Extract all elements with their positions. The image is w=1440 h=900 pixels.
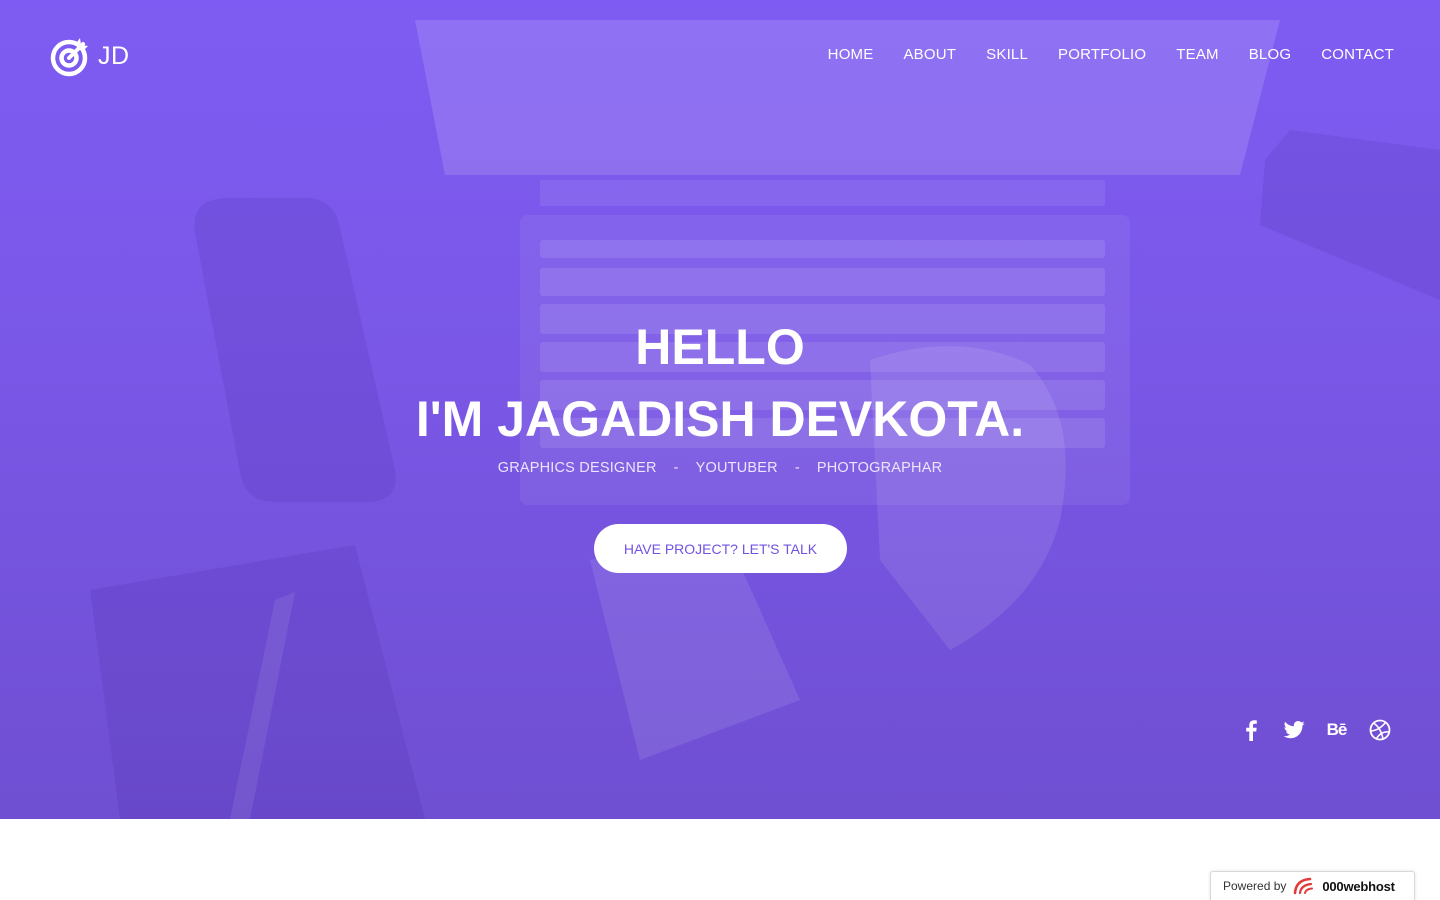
facebook-icon[interactable]: [1238, 717, 1263, 742]
powered-by-badge[interactable]: Powered by 000webhost: [1210, 871, 1415, 900]
behance-icon[interactable]: Bē: [1324, 717, 1349, 742]
role-graphics-designer: GRAPHICS DESIGNER: [497, 460, 657, 476]
hero-greeting: HELLO: [635, 319, 805, 375]
target-arrow-icon: [50, 38, 88, 77]
main-nav: HOME ABOUT SKILL PORTFOLIO TEAM BLOG CON…: [828, 46, 1394, 63]
nav-portfolio[interactable]: PORTFOLIO: [1058, 46, 1146, 63]
nav-contact[interactable]: CONTACT: [1321, 46, 1394, 63]
role-separator: -: [673, 460, 679, 476]
twitter-icon[interactable]: [1281, 717, 1306, 742]
role-photographer: PHOTOGRAPHAR: [816, 460, 943, 476]
nav-skill[interactable]: SKILL: [986, 46, 1028, 63]
hero-name: I'M JAGADISH DEVKOTA.: [415, 391, 1025, 447]
nav-team[interactable]: TEAM: [1176, 46, 1218, 63]
lets-talk-button[interactable]: HAVE PROJECT? LET'S TALK: [594, 524, 847, 573]
nav-about[interactable]: ABOUT: [903, 46, 956, 63]
site-logo[interactable]: JD: [50, 35, 130, 77]
nav-blog[interactable]: BLOG: [1249, 46, 1291, 63]
nav-home[interactable]: HOME: [828, 46, 874, 63]
role-separator: -: [794, 460, 800, 476]
logo-text: JD: [98, 41, 130, 70]
powered-by-label: Powered by: [1223, 879, 1287, 893]
behance-glyph: Bē: [1326, 719, 1348, 739]
hero-section: JD HOME ABOUT SKILL PORTFOLIO TEAM BLOG …: [0, 0, 1440, 819]
hero-roles: GRAPHICS DESIGNER - YOUTUBER - PHOTOGRAP…: [0, 460, 1440, 476]
role-youtuber: YOUTUBER: [695, 460, 778, 476]
dribbble-icon[interactable]: [1367, 717, 1392, 742]
webhost-brand: 000webhost: [1322, 878, 1395, 894]
social-links: Bē: [1238, 717, 1392, 742]
webhost-logo-icon: [1294, 877, 1314, 895]
